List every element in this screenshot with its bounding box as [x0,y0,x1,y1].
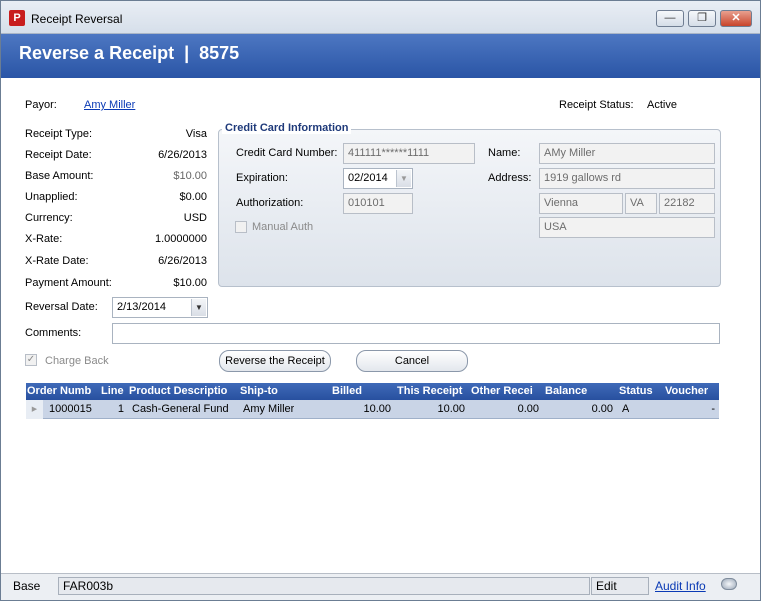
col-voucher[interactable]: Voucher [665,385,719,397]
status-base: Base [13,579,41,593]
receipt-status-label: Receipt Status: [559,99,634,111]
reversal-date-value: 2/13/2014 [117,301,166,313]
expiration-label: Expiration: [236,172,288,184]
col-balance[interactable]: Balance [545,385,617,397]
manual-auth-checkbox[interactable] [235,221,247,233]
payor-label: Payor: [25,99,57,111]
row-pointer-icon: ▶ [26,400,43,419]
table-row[interactable]: ▶ 1000015 1 Cash-General Fund Amy Miller… [26,400,719,419]
credit-card-group-title: Credit Card Information [222,122,352,134]
comments-input[interactable] [112,323,720,344]
authorization-label: Authorization: [236,197,304,209]
title-bar: P Receipt Reversal — ❐ ✕ [1,1,760,34]
address-label: Address: [488,172,532,184]
maximize-button[interactable]: ❐ [688,10,716,27]
detail-label: X-Rate: [25,233,63,245]
detail-label: Base Amount: [25,170,94,182]
cell-voucher: - [711,403,715,415]
detail-value: $0.00 [179,191,207,203]
status-screen-code: FAR003b [58,577,590,595]
window-title: Receipt Reversal [31,12,123,26]
cardholder-name-label: Name: [488,147,521,159]
expiration-value: 02/2014 [348,172,388,184]
cell-status: A [622,403,630,415]
minimize-button[interactable]: — [656,10,684,27]
country-field[interactable]: USA [539,217,715,238]
comments-label: Comments: [25,327,82,339]
detail-label: Receipt Date: [25,149,92,161]
status-mode: Edit [591,577,649,595]
detail-label: Payment Amount: [25,277,112,289]
col-ship-to[interactable]: Ship-to [240,385,320,397]
cell-order-number: 1000015 [49,403,92,415]
cell-other-receipts: 0.00 [517,403,539,415]
detail-value: $10.00 [173,277,207,289]
detail-value: 6/26/2013 [158,255,207,267]
close-button[interactable]: ✕ [720,10,752,27]
cardholder-name-field[interactable]: AMy Miller [539,143,715,164]
page-header: Reverse a Receipt | 8575 [1,34,760,78]
status-bar: Base FAR003b Edit Audit Info [1,573,760,600]
detail-value: $10.00 [173,170,207,182]
chevron-down-icon[interactable]: ▼ [191,299,206,316]
reversal-date-label: Reversal Date: [25,301,98,313]
cancel-button[interactable]: Cancel [356,350,468,372]
receipt-reversal-window: P Receipt Reversal — ❐ ✕ Reverse a Recei… [0,0,761,601]
col-other-receipts[interactable]: Other Recei [471,385,541,397]
audit-info-link[interactable]: Audit Info [655,579,706,593]
app-logo-icon: P [9,10,25,26]
zip-field[interactable]: 22182 [659,193,715,214]
receipt-status-value: Active [647,99,677,111]
col-order-number[interactable]: Order Numb [27,385,99,397]
detail-value: Visa [185,128,207,140]
expiration-select[interactable]: 02/2014 ▼ [343,168,413,189]
detail-label: Unapplied: [25,191,78,203]
state-field[interactable]: VA [625,193,657,214]
card-number-field[interactable]: 411111******1111 [343,143,475,164]
detail-value: 6/26/2013 [158,149,207,161]
authorization-field[interactable]: 010101 [343,193,413,214]
cell-balance: 0.00 [591,403,613,415]
cell-billed: 10.00 [363,403,391,415]
address-field[interactable]: 1919 gallows rd [539,168,715,189]
city-field[interactable]: Vienna [539,193,623,214]
payor-link[interactable]: Amy Miller [84,99,135,111]
card-number-label: Credit Card Number: [236,147,338,159]
manual-auth-label: Manual Auth [252,221,314,233]
charge-back-label: Charge Back [45,355,109,367]
page-title: Reverse a Receipt | 8575 [19,43,240,63]
chevron-down-icon[interactable]: ▼ [396,170,411,187]
charge-back-checkbox[interactable]: ✓ [25,354,37,366]
detail-label: X-Rate Date: [25,255,89,267]
detail-label: Currency: [25,212,73,224]
cell-this-receipt: 10.00 [437,403,465,415]
cell-ship-to: Amy Miller [243,403,295,415]
cloud-icon[interactable] [721,578,737,590]
col-status[interactable]: Status [619,385,663,397]
cell-product-description: Cash-General Fund [132,403,229,415]
detail-value: USD [183,212,207,224]
reverse-receipt-button[interactable]: Reverse the Receipt [219,350,331,372]
reversal-date-picker[interactable]: 2/13/2014 ▼ [112,297,208,318]
col-this-receipt[interactable]: This Receipt [397,385,469,397]
detail-value: 1.0000000 [155,233,207,245]
cell-line: 1 [117,403,124,415]
grid-header: Order Numb Line Product Descriptio Ship-… [26,383,719,400]
col-line[interactable]: Line [101,385,127,397]
detail-label: Receipt Type: [25,128,93,140]
col-product-description[interactable]: Product Descriptio [129,385,237,397]
col-billed[interactable]: Billed [332,385,392,397]
